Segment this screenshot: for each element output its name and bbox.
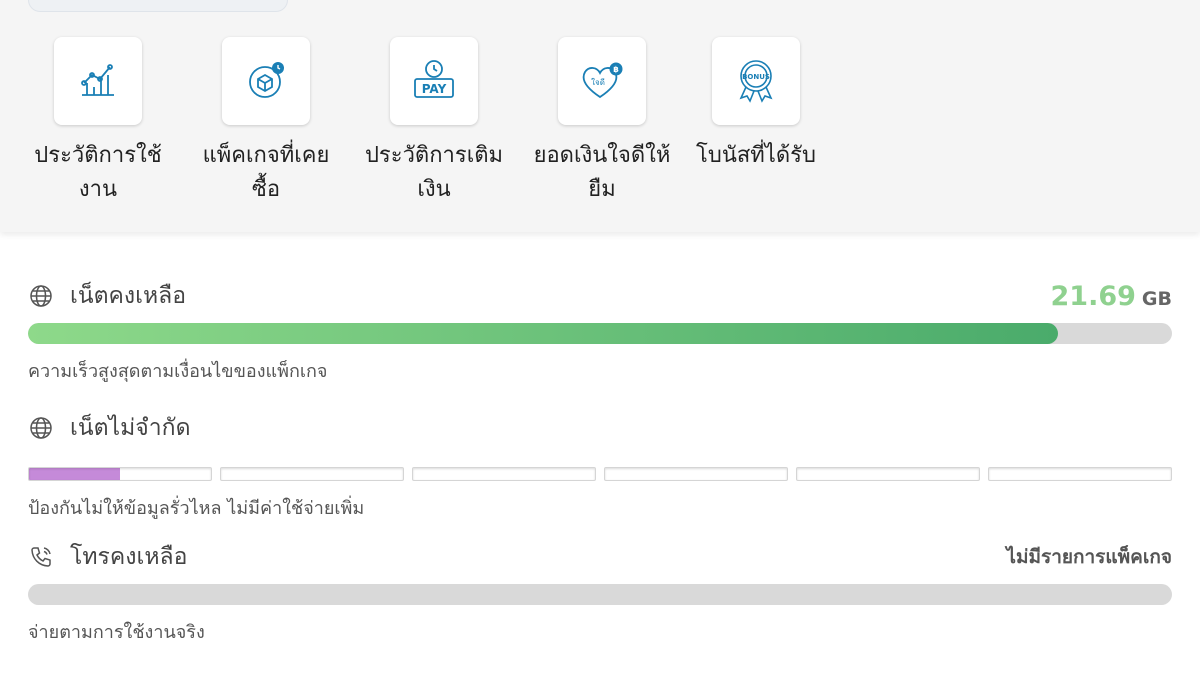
menu-tile: PAY bbox=[390, 37, 478, 125]
menu-loan[interactable]: ใจดี ฿ ยอดเงินใจดีให้ ยืม bbox=[518, 37, 686, 207]
voice-status: ไม่มีรายการแพ็คเกจ bbox=[1006, 546, 1172, 568]
unlimited-title: เน็ตไม่จำกัด bbox=[70, 415, 191, 441]
voice-title: โทรคงเหลือ bbox=[70, 544, 188, 570]
unlimited-segments bbox=[28, 467, 1172, 481]
unlimited-section: เน็ตไม่จำกัด ป้องกันไม่ให้ข้อมูลรั่วไหล … bbox=[28, 411, 1172, 522]
data-progress-track bbox=[28, 323, 1172, 344]
phone-icon bbox=[28, 544, 54, 570]
unlimited-segment bbox=[412, 467, 596, 481]
menu-tile bbox=[54, 37, 142, 125]
heart-loan-icon: ใจดี ฿ bbox=[582, 62, 623, 99]
unlimited-segment bbox=[220, 467, 404, 481]
data-remaining-title: เน็ตคงเหลือ bbox=[70, 283, 187, 309]
unlimited-segment bbox=[28, 467, 212, 481]
pay-history-icon: PAY bbox=[414, 60, 454, 98]
data-remaining-amount: 21.69 bbox=[1050, 280, 1136, 312]
data-remaining-section: เน็ตคงเหลือ 21.69 GB ความเร็วสูงสุดตามเง… bbox=[28, 279, 1172, 385]
menu-label: ประวัติการใช้ งาน bbox=[34, 143, 162, 202]
menu-label: ประวัติการเติม เงิน bbox=[364, 143, 504, 202]
menu-label: โบนัสที่ได้รับ bbox=[696, 143, 816, 168]
menu-tile: BONUS bbox=[712, 37, 800, 125]
unlimited-description: ป้องกันไม่ให้ข้อมูลรั่วไหล ไม่มีค่าใช้จ่… bbox=[28, 498, 365, 519]
voice-section: โทรคงเหลือ ไม่มีรายการแพ็คเกจ จ่ายตามการ… bbox=[28, 540, 1172, 646]
menu-label: แพ็คเกจที่เคย ซื้อ bbox=[202, 143, 330, 202]
top-pill bbox=[28, 0, 288, 12]
svg-text:ใจดี: ใจดี bbox=[591, 78, 605, 87]
bonus-badge-icon: BONUS bbox=[739, 60, 773, 103]
voice-progress-track bbox=[28, 584, 1172, 605]
svg-text:BONUS: BONUS bbox=[742, 73, 770, 81]
usage-chart-icon bbox=[81, 64, 114, 96]
menu-tile bbox=[222, 37, 310, 125]
menu-bonus[interactable]: BONUS โบนัสที่ได้รับ bbox=[672, 37, 840, 173]
menu-topup-history[interactable]: PAY ประวัติการเติม เงิน bbox=[350, 37, 518, 207]
menu-label: ยอดเงินใจดีให้ ยืม bbox=[533, 143, 671, 202]
package-history-icon bbox=[249, 62, 284, 98]
quick-menu-panel: ประวัติการใช้ งาน แพ็คเกจที่เคย ซื้อ PAY… bbox=[0, 0, 1200, 232]
unlimited-segment bbox=[604, 467, 788, 481]
voice-description: จ่ายตามการใช้งานจริง bbox=[28, 622, 205, 643]
unlimited-segment bbox=[988, 467, 1172, 481]
svg-text:PAY: PAY bbox=[422, 82, 447, 96]
data-progress-fill bbox=[28, 323, 1058, 344]
globe-icon bbox=[28, 283, 54, 309]
svg-text:฿: ฿ bbox=[613, 65, 619, 74]
menu-tile: ใจดี ฿ bbox=[558, 37, 646, 125]
menu-usage-history[interactable]: ประวัติการใช้ งาน bbox=[14, 37, 182, 207]
menu-package-history[interactable]: แพ็คเกจที่เคย ซื้อ bbox=[182, 37, 350, 207]
data-remaining-description: ความเร็วสูงสุดตามเงื่อนไขของแพ็กเกจ bbox=[28, 361, 328, 382]
globe-icon bbox=[28, 415, 54, 441]
unlimited-segment bbox=[796, 467, 980, 481]
data-remaining-unit: GB bbox=[1141, 287, 1172, 310]
